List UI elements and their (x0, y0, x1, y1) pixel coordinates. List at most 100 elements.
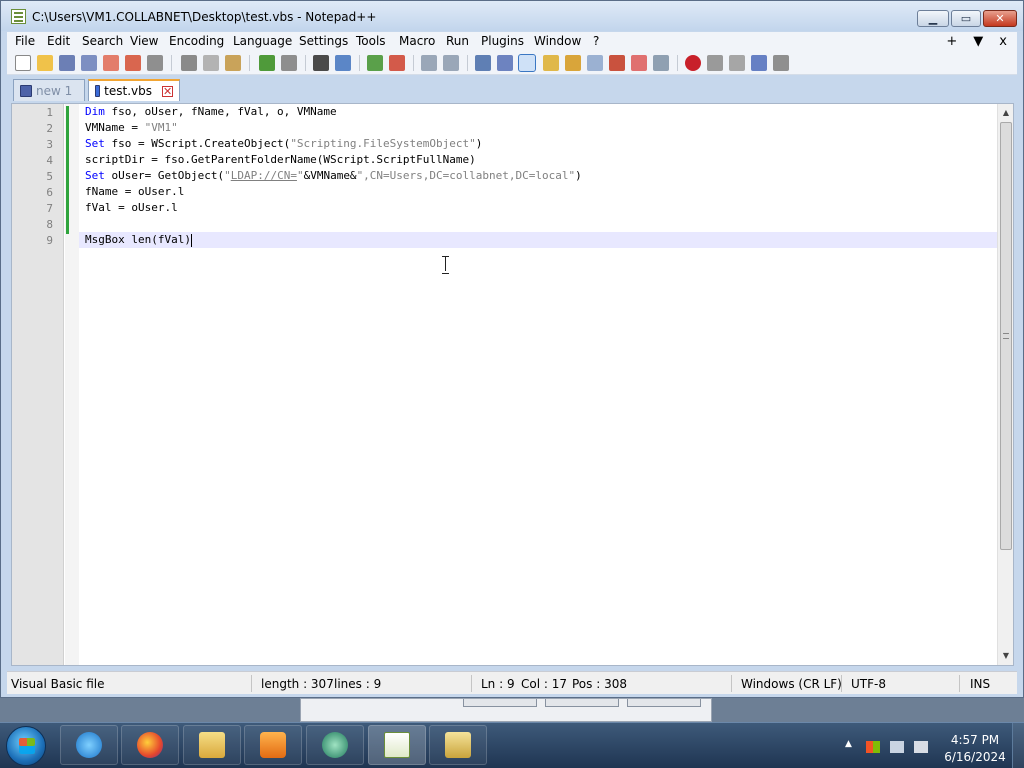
maximize-button[interactable]: ▭ (951, 10, 981, 27)
taskbar-notepadplusplus[interactable] (368, 725, 426, 765)
document-map-icon[interactable] (565, 55, 581, 71)
clock-time[interactable]: 4:57 PM (940, 733, 1010, 747)
stop-recording-icon[interactable] (707, 55, 723, 71)
word-wrap-icon[interactable] (475, 55, 491, 71)
minimize-button[interactable]: ▁ (917, 10, 949, 27)
toolbar-separator (677, 55, 678, 71)
status-lines: lines : 9 (334, 677, 382, 691)
save-icon[interactable] (59, 55, 75, 71)
indent-guide-icon[interactable] (518, 54, 536, 72)
tab-test-vbs[interactable]: test.vbs ✕ (88, 79, 180, 101)
sync-vertical-icon[interactable] (421, 55, 437, 71)
menu-file[interactable]: File (15, 34, 35, 48)
close-all-icon[interactable] (125, 55, 141, 71)
paste-icon[interactable] (225, 55, 241, 71)
undo-icon[interactable] (259, 55, 275, 71)
background-dialog-button[interactable] (545, 699, 619, 707)
show-all-characters-icon[interactable] (497, 55, 513, 71)
line-number: 3 (46, 138, 53, 151)
run-macro-multiple-icon[interactable] (751, 55, 767, 71)
code-line[interactable]: Dim fso, oUser, fName, fVal, o, VMName (85, 104, 337, 120)
code-line[interactable]: scriptDir = fso.GetParentFolderName(WScr… (85, 152, 476, 168)
cut-icon[interactable] (181, 55, 197, 71)
menu-tools[interactable]: Tools (356, 34, 386, 48)
menu-encoding[interactable]: Encoding (169, 34, 224, 48)
menu-plugins[interactable]: Plugins (481, 34, 524, 48)
code-line[interactable]: fVal = oUser.l (85, 200, 178, 216)
close-file-icon[interactable] (103, 55, 119, 71)
tab-new-1[interactable]: new 1 (13, 79, 85, 101)
menu-run[interactable]: Run (446, 34, 469, 48)
menu-window[interactable]: Window (534, 34, 581, 48)
tab-close-icon[interactable]: ✕ (162, 85, 173, 97)
scroll-down-arrow-icon[interactable]: ▼ (998, 649, 1014, 663)
menu-edit[interactable]: Edit (47, 34, 70, 48)
notepadpp-icon (384, 732, 410, 758)
scrollbar-thumb[interactable] (1000, 122, 1012, 550)
code-text-area[interactable]: Dim fso, oUser, fName, fVal, o, VMName VM… (85, 104, 997, 665)
find-icon[interactable] (313, 55, 329, 71)
folder-as-workspace-icon[interactable] (631, 55, 647, 71)
replace-icon[interactable] (335, 55, 351, 71)
taskbar-tool-app[interactable] (429, 725, 487, 765)
action-center-flag-icon[interactable] (866, 741, 880, 753)
print-icon[interactable] (147, 55, 163, 71)
scroll-up-arrow-icon[interactable]: ▲ (998, 106, 1014, 120)
taskbar-internet-explorer[interactable] (60, 725, 118, 765)
save-macro-icon[interactable] (773, 55, 789, 71)
close-document-button[interactable]: x (999, 34, 1007, 49)
monitoring-eye-icon[interactable] (653, 55, 669, 71)
taskbar-media-player[interactable] (244, 725, 302, 765)
new-tab-plus-button[interactable]: + (946, 34, 957, 49)
menu-help[interactable]: ? (593, 34, 599, 48)
close-button[interactable]: ✕ (983, 10, 1017, 27)
code-line[interactable]: Set fso = WScript.CreateObject("Scriptin… (85, 136, 482, 152)
line-number: 8 (46, 218, 53, 231)
string-token: " (224, 169, 231, 182)
zoom-in-icon[interactable] (367, 55, 383, 71)
tray-expand-arrow-icon[interactable]: ▲ (845, 739, 852, 749)
code-line[interactable]: MsgBox len(fVal) (85, 232, 192, 248)
clock-date[interactable]: 6/16/2024 (940, 750, 1010, 764)
taskbar-file-explorer[interactable] (183, 725, 241, 765)
menu-macro[interactable]: Macro (399, 34, 435, 48)
menu-language[interactable]: Language (233, 34, 292, 48)
line-number-gutter: 1 2 3 4 5 6 7 8 9 (12, 104, 64, 665)
code-line[interactable]: fName = oUser.l (85, 184, 184, 200)
taskbar-firefox[interactable] (121, 725, 179, 765)
show-desktop-button[interactable] (1012, 723, 1024, 768)
status-encoding[interactable]: UTF-8 (851, 677, 886, 691)
menu-search[interactable]: Search (82, 34, 123, 48)
volume-muted-icon[interactable] (914, 741, 928, 753)
function-list-icon[interactable] (609, 55, 625, 71)
tab-list-dropdown-button[interactable]: ▼ (973, 34, 983, 49)
vertical-scrollbar[interactable]: ▲ ▼ (997, 104, 1013, 665)
redo-icon[interactable] (281, 55, 297, 71)
record-macro-icon[interactable] (685, 55, 701, 71)
document-list-icon[interactable] (587, 55, 603, 71)
sync-horizontal-icon[interactable] (443, 55, 459, 71)
zoom-out-icon[interactable] (389, 55, 405, 71)
play-macro-icon[interactable] (729, 55, 745, 71)
toolbar-separator (249, 55, 250, 71)
save-all-icon[interactable] (81, 55, 97, 71)
menu-view[interactable]: View (130, 34, 158, 48)
copy-icon[interactable] (203, 55, 219, 71)
code-line[interactable]: Set oUser= GetObject("LDAP://CN="&VMName… (85, 168, 582, 184)
menu-settings[interactable]: Settings (299, 34, 348, 48)
status-bar: Visual Basic file length : 307 lines : 9… (7, 671, 1017, 694)
background-dialog-button[interactable] (627, 699, 701, 707)
code-line[interactable]: VMName = "VM1" (85, 120, 178, 136)
new-file-icon[interactable] (15, 55, 31, 71)
title-bar[interactable]: C:\Users\VM1.COLLABNET\Desktop\test.vbs … (1, 1, 1023, 31)
network-icon[interactable] (890, 741, 904, 753)
background-dialog-button[interactable] (463, 699, 537, 707)
code-editor[interactable]: 1 2 3 4 5 6 7 8 9 Dim fso, oUser, fName, fVal, o… (11, 103, 1014, 666)
taskbar-globe-app[interactable] (306, 725, 364, 765)
status-insert-mode[interactable]: INS (970, 677, 990, 691)
open-file-icon[interactable] (37, 55, 53, 71)
user-language-icon[interactable] (543, 55, 559, 71)
start-button[interactable] (6, 726, 46, 766)
line-number: 9 (46, 234, 53, 247)
status-eol-format[interactable]: Windows (CR LF) (741, 677, 842, 691)
